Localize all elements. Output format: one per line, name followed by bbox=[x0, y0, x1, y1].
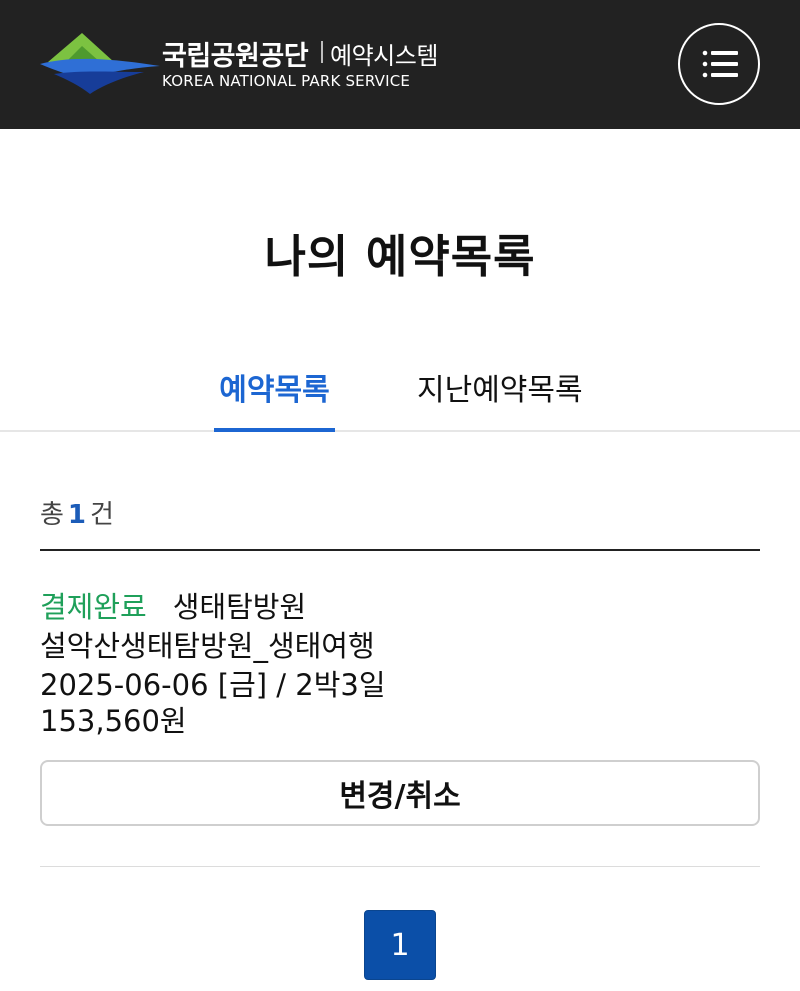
reservation-tabs: 예약목록 지난예약목록 bbox=[0, 355, 800, 432]
pagination-page-1[interactable]: 1 bbox=[364, 910, 436, 980]
total-suffix: 건 bbox=[90, 500, 114, 530]
facility-category: 생태탐방원 bbox=[172, 590, 307, 624]
hamburger-menu-icon bbox=[702, 50, 738, 78]
page-title: 나의 예약목록 bbox=[264, 230, 536, 283]
reservation-header-line: 결제완료 생태탐방원 bbox=[40, 588, 760, 627]
total-count: 총1건 bbox=[40, 494, 114, 531]
reservation-schedule: 2025-06-06 [금] / 2박3일 bbox=[40, 668, 386, 702]
program-name: 설악산생태탐방원_생태여행 bbox=[40, 629, 375, 663]
reservation-price: 153,560원 bbox=[40, 704, 187, 738]
tab-past-reservations[interactable]: 지난예약목록 bbox=[417, 365, 583, 409]
total-number: 1 bbox=[67, 500, 87, 530]
org-name-english: KOREA NATIONAL PARK SERVICE bbox=[162, 72, 411, 90]
reservation-item: 결제완료 생태탐방원 설악산생태탐방원_생태여행 2025-06-06 [금] /… bbox=[40, 588, 760, 738]
status-badge: 결제완료 bbox=[40, 590, 147, 624]
change-cancel-button[interactable]: 변경/취소 bbox=[40, 760, 760, 826]
mountain-logo-icon bbox=[40, 33, 160, 94]
total-prefix: 총 bbox=[40, 500, 64, 530]
menu-button[interactable] bbox=[678, 23, 760, 105]
org-name: 국립공원공단 bbox=[162, 41, 309, 72]
tab-reservations[interactable]: 예약목록 bbox=[214, 365, 335, 432]
list-bottom-divider bbox=[40, 866, 760, 867]
logo-divider bbox=[321, 41, 323, 63]
list-top-divider bbox=[40, 549, 760, 551]
top-header: 국립공원공단 예약시스템 KOREA NATIONAL PARK SERVICE bbox=[0, 0, 800, 129]
site-logo[interactable]: 국립공원공단 예약시스템 KOREA NATIONAL PARK SERVICE bbox=[40, 28, 470, 98]
system-name: 예약시스템 bbox=[330, 42, 438, 70]
